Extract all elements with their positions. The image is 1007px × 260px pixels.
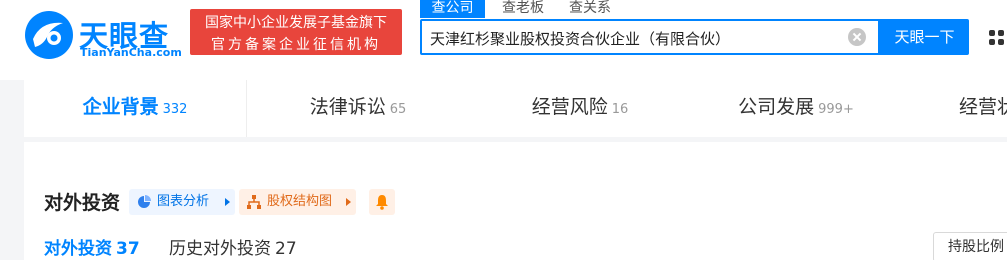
gov-badge-line2: 官方备案企业征信机构 bbox=[211, 37, 381, 53]
search-input[interactable] bbox=[430, 27, 830, 49]
nav-tab-label: 经营状况 bbox=[959, 96, 1007, 118]
nav-tab-development[interactable]: 公司发展 999+ bbox=[691, 80, 901, 137]
grid-icon[interactable] bbox=[989, 30, 1007, 48]
investment-section: 对外投资 图表分析 股权结构图 对外投资 37 历史对外投资 27 持股比例 bbox=[24, 142, 1007, 260]
sub-tab-history-investment[interactable]: 历史对外投资 27 bbox=[169, 234, 297, 259]
chart-analysis-button[interactable]: 图表分析 bbox=[129, 189, 235, 215]
nav-tab-operations[interactable]: 经营状况 bbox=[959, 80, 1007, 137]
section-title: 对外投资 bbox=[44, 192, 121, 214]
nav-tab-count: 16 bbox=[611, 102, 629, 117]
gov-badge-line1: 国家中小企业发展子基金旗下 bbox=[205, 15, 387, 31]
search-button[interactable]: 天眼一下 bbox=[880, 19, 969, 55]
chevron-right-icon bbox=[346, 198, 351, 206]
chart-analysis-label: 图表分析 bbox=[157, 194, 210, 209]
tianyancha-logo-icon bbox=[25, 11, 73, 59]
nav-tab-label: 法律诉讼 bbox=[309, 96, 386, 118]
sub-tab-count: 27 bbox=[275, 239, 297, 259]
search-tab-company[interactable]: 查公司 bbox=[420, 0, 485, 18]
nav-tab-legal[interactable]: 法律诉讼 65 bbox=[247, 80, 469, 137]
search-tab-relation[interactable]: 查关系 bbox=[560, 0, 620, 18]
chart-icon bbox=[138, 195, 151, 208]
search-tab-boss[interactable]: 查老板 bbox=[493, 0, 553, 18]
nav-tab-count: 332 bbox=[162, 102, 188, 117]
header: 天眼查 TianYanCha.com 国家中小企业发展子基金旗下 官方备案企业征… bbox=[0, 0, 1007, 80]
logo[interactable]: 天眼查 TianYanCha.com bbox=[23, 9, 183, 61]
sub-tab-label: 历史对外投资 bbox=[169, 239, 271, 259]
nav-tab-label: 企业背景 bbox=[82, 96, 159, 118]
nav-tab-count: 999+ bbox=[818, 102, 854, 117]
nav-tab-background[interactable]: 企业背景 332 bbox=[24, 80, 246, 137]
search-box bbox=[420, 19, 880, 55]
sub-tab-count: 37 bbox=[116, 239, 140, 259]
nav-tab-risk[interactable]: 经营风险 16 bbox=[469, 80, 691, 137]
gov-badge[interactable]: 国家中小企业发展子基金旗下 官方备案企业征信机构 bbox=[190, 9, 402, 55]
monitor-button[interactable] bbox=[369, 189, 395, 215]
nav-tab-label: 经营风险 bbox=[531, 96, 608, 118]
equity-structure-button[interactable]: 股权结构图 bbox=[239, 189, 356, 215]
sort-dropdown[interactable]: 持股比例 bbox=[933, 232, 1007, 260]
sub-tab-investment[interactable]: 对外投资 37 bbox=[44, 234, 140, 259]
clear-icon[interactable] bbox=[848, 28, 866, 46]
nav-tab-count: 65 bbox=[389, 102, 407, 117]
brand-domain: TianYanCha.com bbox=[80, 46, 182, 59]
nav-tab-label: 公司发展 bbox=[738, 96, 815, 118]
equity-structure-label: 股权结构图 bbox=[267, 194, 333, 209]
chevron-right-icon bbox=[225, 198, 230, 206]
bell-icon bbox=[376, 195, 388, 210]
equity-structure-icon bbox=[247, 195, 261, 209]
company-nav: 企业背景332 法律诉讼65 经营风险16 公司发展999+ 经营状况 bbox=[24, 80, 1007, 137]
sub-tab-label: 对外投资 bbox=[44, 239, 112, 259]
